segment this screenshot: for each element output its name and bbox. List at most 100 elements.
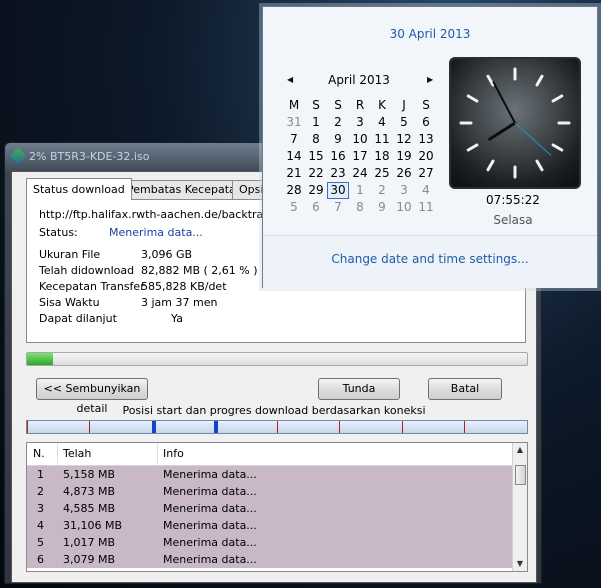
row-info: Menerima data...: [163, 468, 257, 481]
row-number: 5: [37, 536, 44, 549]
connection-marker: [339, 421, 340, 433]
clock-minute-hand: [492, 81, 516, 124]
table-row[interactable]: 6 3,079 MB Menerima data...: [27, 551, 513, 568]
calendar-day[interactable]: 6: [415, 114, 437, 131]
calendar-day[interactable]: 23: [327, 165, 349, 182]
calendar-day[interactable]: 7: [283, 131, 305, 148]
date-time-flyout: 30 April 2013 ◀ April 2013 ▶ M S S R K J S 31 1 2…: [262, 6, 598, 288]
calendar-day[interactable]: 8: [305, 131, 327, 148]
calendar-day[interactable]: 25: [371, 165, 393, 182]
table-row[interactable]: 4 31,106 MB Menerima data...: [27, 517, 513, 534]
clock-tick: [466, 94, 479, 103]
calendar-day[interactable]: 13: [415, 131, 437, 148]
analog-clock: [449, 57, 581, 189]
scroll-up-icon[interactable]: ▲: [513, 443, 527, 457]
weekday-header: M: [288, 98, 300, 112]
clock-day: Selasa: [493, 213, 533, 227]
next-month-icon[interactable]: ▶: [427, 75, 433, 84]
table-row[interactable]: 2 4,873 MB Menerima data...: [27, 483, 513, 500]
pause-button[interactable]: Tunda: [318, 378, 400, 400]
calendar-day[interactable]: 6: [305, 199, 327, 216]
calendar-day[interactable]: 17: [349, 148, 371, 165]
connection-marker: [464, 421, 465, 433]
row-downloaded: 5,158 MB: [63, 468, 116, 481]
change-datetime-settings-link[interactable]: Change date and time settings...: [263, 252, 597, 266]
full-date-link[interactable]: 30 April 2013: [263, 27, 597, 41]
connection-caption: Posisi start dan progres download berdas…: [122, 404, 426, 417]
calendar-day[interactable]: 8: [349, 199, 371, 216]
calendar-day[interactable]: 4: [415, 182, 437, 199]
clock-tick: [535, 74, 544, 87]
calendar-day[interactable]: 24: [349, 165, 371, 182]
row-number: 6: [37, 553, 44, 566]
table-row[interactable]: 3 4,585 MB Menerima data...: [27, 500, 513, 517]
calendar-day[interactable]: 1: [349, 182, 371, 199]
calendar-day[interactable]: 16: [327, 148, 349, 165]
info-key: Dapat dilanjut: [39, 312, 117, 325]
scroll-thumb[interactable]: [515, 465, 526, 485]
calendar-day[interactable]: 26: [393, 165, 415, 182]
calendar-day[interactable]: 9: [371, 199, 393, 216]
calendar-day[interactable]: 29: [305, 182, 327, 199]
hide-details-button[interactable]: << Sembunyikan detail: [36, 378, 148, 415]
calendar-day[interactable]: 2: [327, 114, 349, 131]
calendar-day[interactable]: 2: [371, 182, 393, 199]
calendar-day[interactable]: 31: [283, 114, 305, 131]
calendar-day[interactable]: 7: [327, 199, 349, 216]
row-number: 3: [37, 502, 44, 515]
connections-list[interactable]: N. Telah Didownload Info 1 5,158 MB Meneri…: [26, 442, 528, 572]
weekday-header: S: [422, 98, 430, 112]
calendar-day[interactable]: 3: [349, 114, 371, 131]
calendar-day[interactable]: 1: [305, 114, 327, 131]
flyout-footer: Change date and time settings...: [263, 235, 597, 288]
calendar-day[interactable]: 11: [415, 199, 437, 216]
calendar-month-label[interactable]: April 2013: [323, 73, 395, 87]
clock-tick: [466, 143, 479, 152]
clock-tick: [486, 74, 495, 87]
calendar-day[interactable]: 3: [393, 182, 415, 199]
row-downloaded: 4,873 MB: [63, 485, 116, 498]
cancel-button[interactable]: Batal: [428, 378, 502, 400]
list-header: N. Telah Didownload Info: [27, 443, 513, 482]
table-row[interactable]: 5 1,017 MB Menerima data...: [27, 534, 513, 551]
calendar-day[interactable]: 4: [371, 114, 393, 131]
col-number[interactable]: N.: [27, 443, 58, 465]
tab-speed-limiter[interactable]: Pembatas Kecepatan: [120, 180, 250, 199]
info-value: 3 jam 37 men: [141, 296, 218, 309]
calendar-day[interactable]: 15: [305, 148, 327, 165]
calendar-day[interactable]: 18: [371, 148, 393, 165]
calendar-day[interactable]: 12: [393, 131, 415, 148]
calendar-day[interactable]: 9: [327, 131, 349, 148]
calendar-day[interactable]: 27: [415, 165, 437, 182]
table-row[interactable]: 1 5,158 MB Menerima data...: [27, 466, 513, 483]
tab-status-download[interactable]: Status download: [26, 178, 132, 200]
col-info[interactable]: Info: [157, 443, 503, 465]
scroll-down-icon[interactable]: ▼: [513, 557, 527, 571]
calendar-day[interactable]: 30: [327, 182, 349, 199]
row-number: 2: [37, 485, 44, 498]
row-info: Menerima data...: [163, 536, 257, 549]
connection-segment: [152, 421, 156, 433]
info-key: Kecepatan Transfer: [39, 280, 145, 293]
list-scrollbar[interactable]: ▲ ▼: [512, 443, 527, 571]
calendar-day[interactable]: 11: [371, 131, 393, 148]
calendar-day[interactable]: 28: [283, 182, 305, 199]
calendar-day[interactable]: 21: [283, 165, 305, 182]
calendar-day[interactable]: 14: [283, 148, 305, 165]
connection-segment: [214, 421, 218, 433]
calendar-day[interactable]: 19: [393, 148, 415, 165]
row-number: 4: [37, 519, 44, 532]
connection-marker: [27, 421, 28, 433]
col-downloaded[interactable]: Telah Didownload: [57, 443, 158, 482]
calendar-day[interactable]: 10: [349, 131, 371, 148]
download-progress-bar: [26, 352, 528, 366]
prev-month-icon[interactable]: ◀: [287, 75, 293, 84]
clock-second-hand: [514, 122, 552, 156]
calendar-day[interactable]: 22: [305, 165, 327, 182]
calendar-day[interactable]: 10: [393, 199, 415, 216]
calendar-day[interactable]: 5: [283, 199, 305, 216]
info-value: Ya: [171, 312, 183, 325]
info-value: 3,096 GB: [141, 248, 193, 261]
calendar-day[interactable]: 5: [393, 114, 415, 131]
calendar-day[interactable]: 20: [415, 148, 437, 165]
